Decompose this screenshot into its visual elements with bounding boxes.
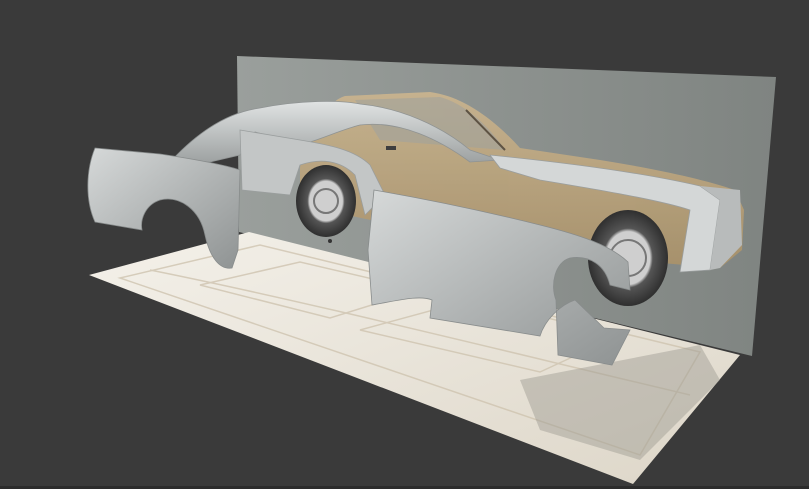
scene-canvas[interactable] [0, 0, 809, 489]
rear-wheel [296, 165, 356, 237]
3d-viewport[interactable] [0, 0, 809, 489]
rear-fender-panel[interactable] [87, 147, 241, 269]
origin-marker [328, 239, 332, 243]
